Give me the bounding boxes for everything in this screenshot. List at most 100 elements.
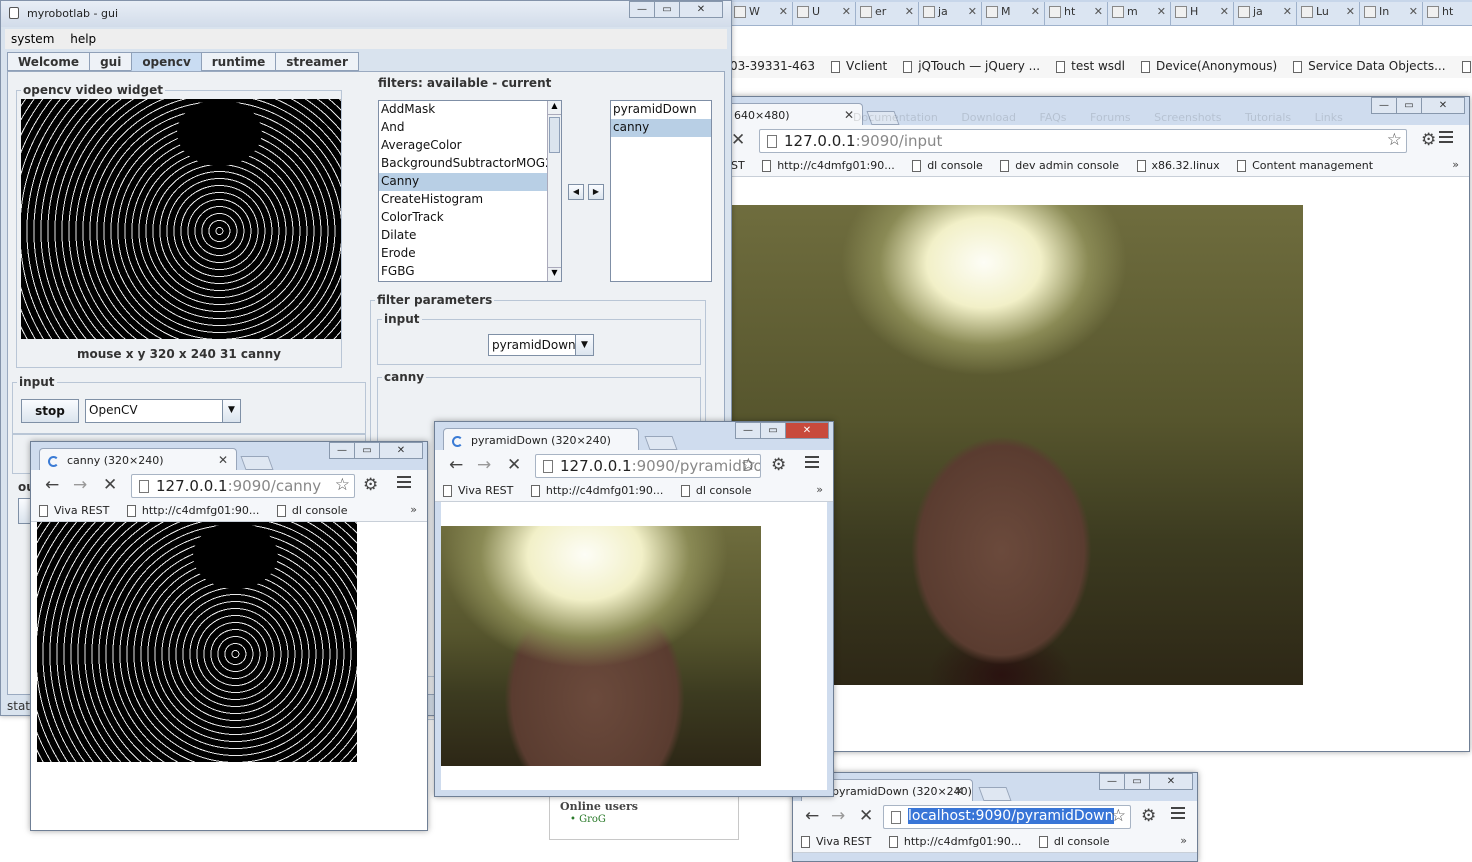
settings-gear-icon[interactable]: ⚙ (363, 475, 378, 495)
tab-opencv[interactable]: opencv (131, 52, 202, 71)
bookmark-item[interactable]: ST (731, 159, 745, 172)
back-icon[interactable]: ← (805, 807, 819, 825)
close-tab-icon[interactable]: ✕ (1409, 5, 1418, 18)
available-filter-item[interactable]: AverageColor (379, 137, 561, 155)
current-filters-list[interactable]: pyramidDown canny (610, 100, 712, 282)
close-tab-icon[interactable]: ✕ (842, 5, 851, 18)
background-tab[interactable]: er ✕ (856, 2, 919, 25)
hamburger-menu-icon[interactable] (1439, 131, 1453, 146)
bookmark-item[interactable]: Viva REST (443, 484, 513, 497)
close-tab-icon[interactable]: ✕ (218, 453, 228, 467)
available-filter-item[interactable]: CreateHistogram (379, 191, 561, 209)
bookmark-item[interactable]: http://c4dmfg01:90... (762, 159, 895, 172)
available-filter-item[interactable]: BackgroundSubtractorMOG2 (379, 155, 561, 173)
maximize-button[interactable]: ▭ (1396, 97, 1422, 114)
close-tab-icon[interactable]: ✕ (1283, 5, 1292, 18)
background-bookmark-item[interactable]: test wsdl (1056, 59, 1125, 73)
bookmark-item[interactable]: Content management (1237, 159, 1373, 172)
close-tab-icon[interactable]: ✕ (1157, 5, 1166, 18)
browser-tab[interactable]: pyramidDown (320×240) (443, 428, 639, 452)
background-tab[interactable]: W ✕ (730, 2, 793, 25)
settings-gear-icon[interactable]: ⚙ (1421, 130, 1436, 150)
available-filter-item[interactable]: Dilate (379, 227, 561, 245)
bookmark-star-icon[interactable]: ☆ (335, 475, 350, 495)
bookmark-item[interactable]: dev admin console (1000, 159, 1119, 172)
current-filter-item[interactable]: canny (611, 119, 711, 137)
minimize-button[interactable]: — (329, 442, 355, 459)
background-bookmark-item[interactable]: Vclient (831, 59, 887, 73)
minimize-button[interactable]: — (735, 422, 761, 439)
maximize-button[interactable]: ▭ (654, 1, 680, 18)
close-tab-icon[interactable]: ✕ (968, 5, 977, 18)
bookmark-item[interactable]: http://c4dmfg01:90... (888, 835, 1021, 848)
tab-streamer[interactable]: streamer (275, 52, 359, 71)
close-window-button[interactable]: ✕ (379, 442, 423, 459)
background-tab[interactable]: m ✕ (1108, 2, 1171, 25)
online-user-link[interactable]: • GroG (570, 814, 606, 825)
scroll-up-arrow-icon[interactable]: ▲ (548, 101, 561, 115)
available-filters-scrollbar[interactable]: ▲ ▼ (547, 101, 561, 281)
stop-loading-icon[interactable]: ✕ (103, 476, 117, 494)
forward-icon[interactable]: → (477, 456, 491, 474)
forward-icon[interactable]: → (73, 476, 87, 494)
maximize-button[interactable]: ▭ (1124, 773, 1150, 790)
background-bookmark-item[interactable]: viva (1461, 59, 1472, 73)
available-filter-item[interactable]: ColorTrack (379, 209, 561, 227)
close-tab-icon[interactable]: ✕ (779, 5, 788, 18)
close-tab-icon[interactable]: ✕ (954, 784, 964, 798)
available-filter-item[interactable]: Erode (379, 245, 561, 263)
grabber-type-select[interactable]: OpenCV ▼ (85, 399, 241, 423)
browser-tab[interactable]: canny (320×240) ✕ (39, 448, 237, 472)
new-tab-button[interactable] (644, 436, 678, 450)
stop-loading-icon[interactable]: ✕ (859, 807, 873, 825)
background-bookmark-item[interactable]: 03-39331-463 (730, 59, 815, 73)
bookmark-item[interactable]: dl console (276, 504, 347, 517)
close-tab-icon[interactable]: ✕ (1220, 5, 1229, 18)
bookmark-item[interactable]: dl console (912, 159, 983, 172)
settings-gear-icon[interactable]: ⚙ (771, 455, 786, 475)
close-tab-icon[interactable]: ✕ (1094, 5, 1103, 18)
menu-help[interactable]: help (70, 32, 96, 46)
available-filter-item[interactable]: AddMask (379, 101, 561, 119)
background-bookmark-item[interactable]: jQTouch — jQuery ... (903, 59, 1040, 73)
hamburger-menu-icon[interactable] (1171, 807, 1185, 822)
tab-runtime[interactable]: runtime (200, 52, 277, 71)
more-bookmarks-icon[interactable]: » (1452, 158, 1459, 171)
close-tab-icon[interactable]: ✕ (905, 5, 914, 18)
available-filters-list[interactable]: AddMask And AverageColor BackgroundSubtract… (378, 100, 562, 282)
more-bookmarks-icon[interactable]: » (410, 503, 417, 516)
background-tab[interactable]: In ✕ (1360, 2, 1423, 25)
hamburger-menu-icon[interactable] (805, 456, 819, 471)
more-bookmarks-icon[interactable]: » (816, 483, 823, 496)
background-tab[interactable]: ja ✕ (919, 2, 982, 25)
close-window-button[interactable]: ✕ (679, 1, 723, 18)
back-icon[interactable]: ← (449, 456, 463, 474)
background-tab[interactable]: ht✕ (1045, 2, 1108, 25)
bookmark-item[interactable]: dl console (1038, 835, 1109, 848)
close-window-button[interactable]: ✕ (1149, 773, 1193, 790)
address-bar[interactable]: 127.0.0.1:9090/canny ☆ (131, 474, 355, 498)
close-window-button[interactable]: ✕ (1421, 97, 1465, 114)
bookmark-star-icon[interactable]: ☆ (741, 455, 756, 475)
scroll-thumb[interactable] (549, 117, 560, 153)
maximize-button[interactable]: ▭ (354, 442, 380, 459)
more-bookmarks-icon[interactable]: » (1180, 834, 1187, 847)
bookmark-item[interactable]: http://c4dmfg01:90... (530, 484, 663, 497)
available-filter-item[interactable]: FGBG (379, 263, 561, 281)
add-filter-button[interactable]: ▶ (588, 184, 604, 200)
background-bookmark-item[interactable]: Service Data Objects... (1293, 59, 1446, 73)
browser-tab[interactable]: 640×480) ✕ (723, 103, 863, 127)
background-tab[interactable]: U ✕ (793, 2, 856, 25)
stop-loading-icon[interactable]: ✕ (731, 131, 745, 149)
available-filter-item[interactable]: And (379, 119, 561, 137)
close-window-button[interactable]: ✕ (785, 422, 829, 439)
address-bar[interactable]: 127.0.0.1:9090/pyramidDow ☆ (535, 454, 761, 478)
background-tab[interactable]: ht✕ (1423, 2, 1472, 25)
bookmark-star-icon[interactable]: ☆ (1111, 806, 1126, 826)
scroll-down-arrow-icon[interactable]: ▼ (548, 267, 561, 281)
bookmark-item[interactable]: Viva REST (39, 504, 109, 517)
address-bar[interactable]: localhost:9090/pyramidDown ☆ (883, 805, 1131, 829)
stop-button[interactable]: stop (21, 399, 79, 423)
close-tab-icon[interactable]: ✕ (1346, 5, 1355, 18)
background-tab[interactable]: Lu ✕ (1297, 2, 1360, 25)
